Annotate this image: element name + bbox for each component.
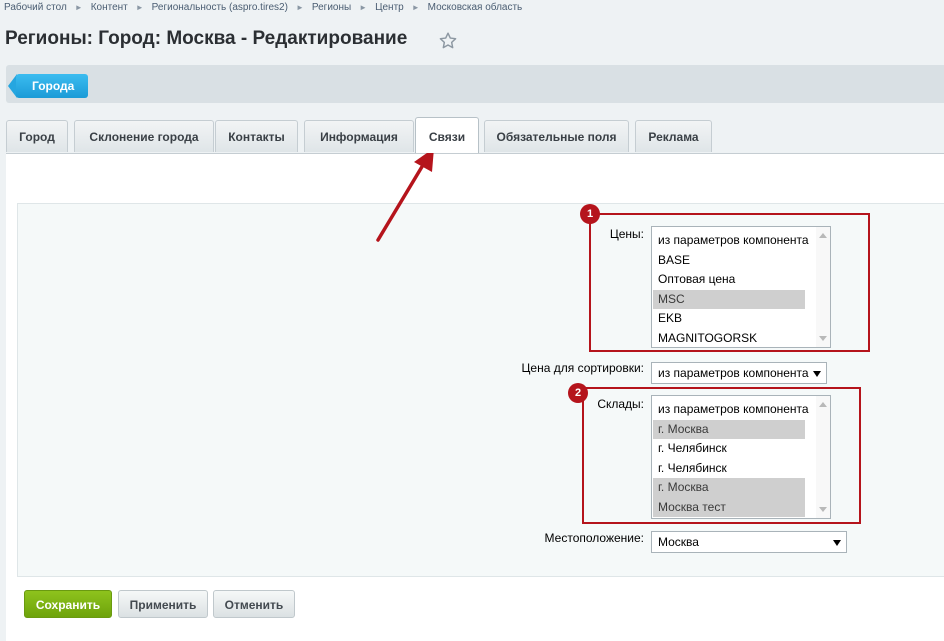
chevron-right-icon: ►: [135, 3, 144, 12]
location-select[interactable]: Москва: [651, 531, 847, 553]
annotation-badge-1: 1: [580, 204, 600, 224]
annotation-box-1: [589, 213, 870, 352]
cancel-button[interactable]: Отменить: [213, 590, 295, 618]
cities-button[interactable]: Города: [16, 74, 89, 98]
sort-price-value: из параметров компонента: [658, 366, 809, 380]
breadcrumb-item[interactable]: Региональность (aspro.tires2): [152, 2, 288, 13]
annotation-badge-2: 2: [568, 383, 588, 403]
tab-links[interactable]: Связи: [415, 117, 479, 153]
sort-price-select[interactable]: из параметров компонента: [651, 362, 827, 384]
breadcrumb-item[interactable]: Контент: [91, 2, 128, 13]
breadcrumb-item[interactable]: Центр: [375, 2, 404, 13]
breadcrumb-item[interactable]: Московская область: [428, 2, 523, 13]
apply-button[interactable]: Применить: [118, 590, 208, 618]
tab-city[interactable]: Город: [6, 120, 68, 152]
page-title: Регионы: Город: Москва - Редактирование: [5, 28, 408, 49]
annotation-arrow-icon: [376, 148, 434, 242]
annotation-box-2: [582, 387, 861, 524]
chevron-down-icon: [813, 371, 821, 377]
tab-required-fields[interactable]: Обязательные поля: [484, 120, 629, 152]
breadcrumb-item[interactable]: Рабочий стол: [4, 2, 67, 13]
location-value: Москва: [658, 535, 699, 549]
breadcrumb: Рабочий стол ► Контент ► Региональность (asp…: [4, 2, 522, 13]
chevron-right-icon: ►: [295, 3, 304, 12]
sort-price-label: Цена для сортировки:: [521, 361, 644, 375]
tab-ads[interactable]: Реклама: [635, 120, 712, 152]
chevron-right-icon: ►: [74, 3, 83, 12]
breadcrumb-item[interactable]: Регионы: [312, 2, 351, 13]
toolbar: [6, 65, 944, 103]
save-button[interactable]: Сохранить: [24, 590, 112, 618]
chevron-right-icon: ►: [359, 3, 368, 12]
tab-contacts[interactable]: Контакты: [215, 120, 298, 152]
star-icon[interactable]: [437, 30, 459, 52]
location-label: Местоположение:: [544, 531, 644, 545]
chevron-right-icon: ►: [411, 3, 420, 12]
tab-city-declension[interactable]: Склонение города: [74, 120, 214, 152]
chevron-down-icon: [833, 540, 841, 546]
